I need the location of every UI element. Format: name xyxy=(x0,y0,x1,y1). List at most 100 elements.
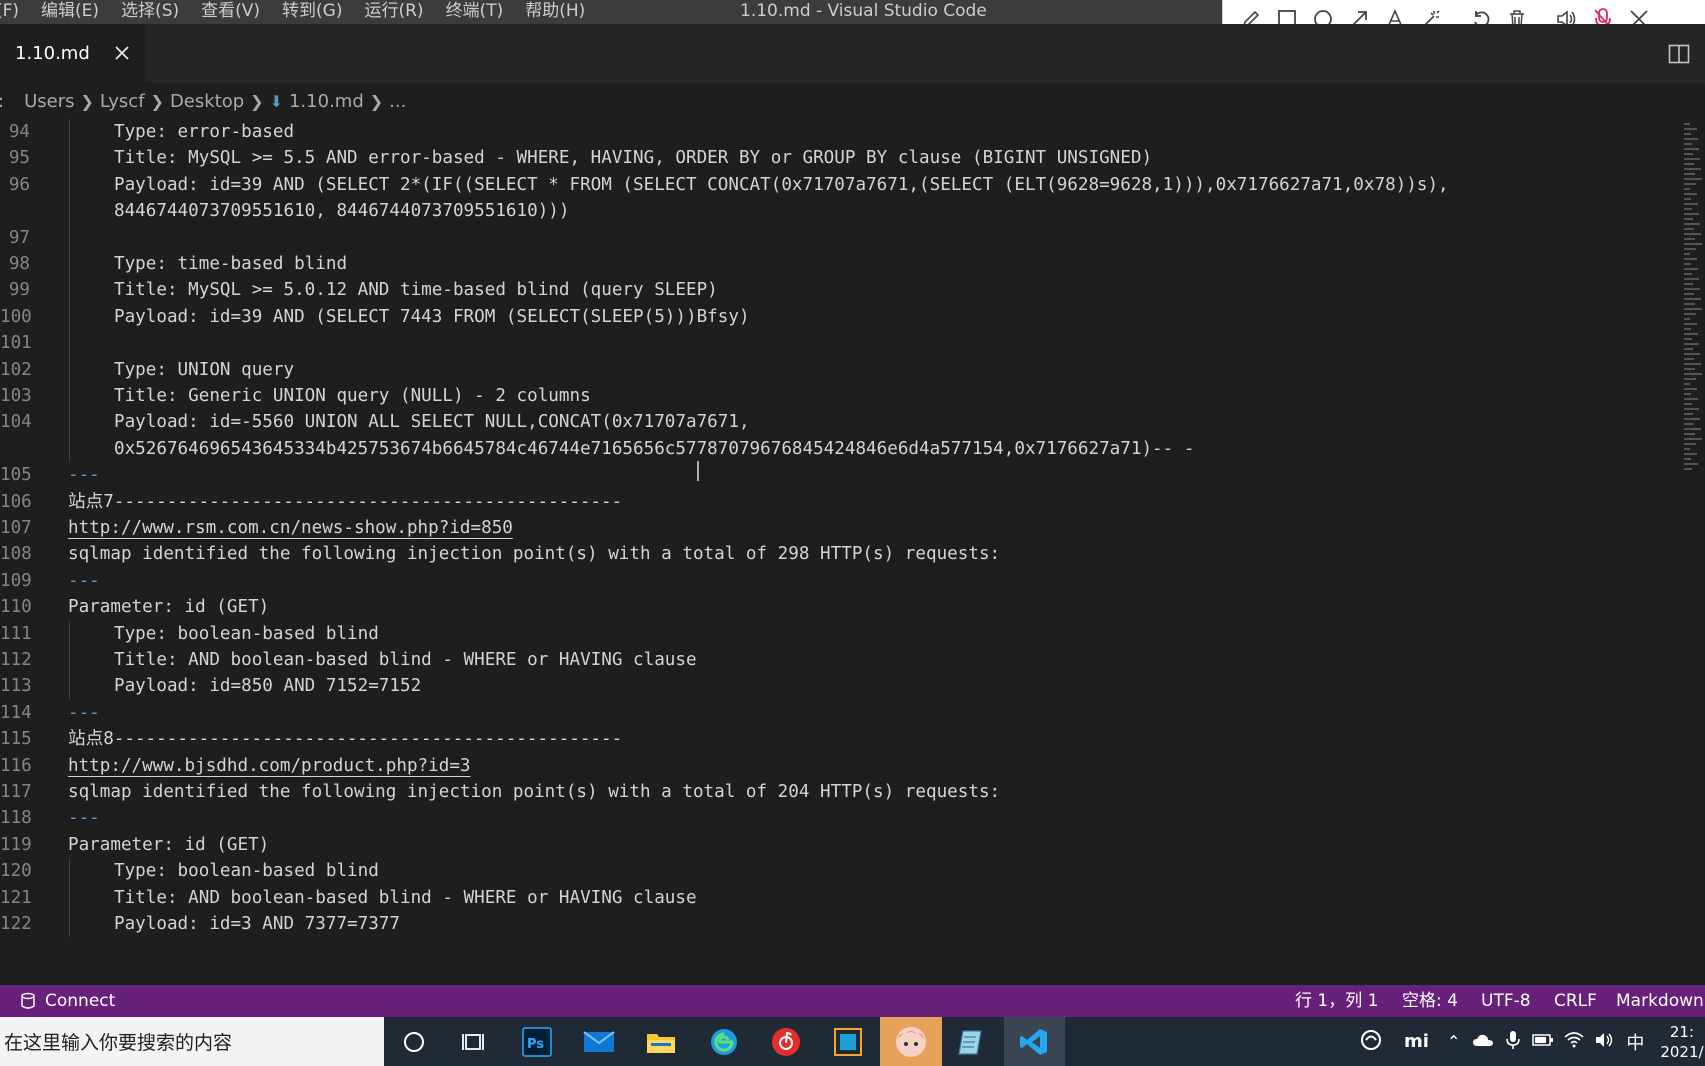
minimap-line xyxy=(1684,268,1698,270)
menu-item[interactable]: 查看(V) xyxy=(190,0,271,24)
code-text: Parameter: id (GET) xyxy=(68,597,270,618)
task-view-icon[interactable] xyxy=(455,1023,493,1061)
breadcrumb-item-lyscf[interactable]: Lyscf xyxy=(100,91,145,112)
microphone-icon[interactable] xyxy=(1506,1030,1521,1054)
line-number: 108 xyxy=(0,544,32,565)
horizontal-rule: --- xyxy=(68,808,100,829)
minimap-line xyxy=(1684,213,1699,215)
indent-guide xyxy=(69,119,70,146)
code-line: 108 sqlmap identified the following injec… xyxy=(0,541,1680,567)
breadcrumb-item-desktop[interactable]: Desktop xyxy=(170,91,244,112)
minimap-line xyxy=(1684,258,1697,260)
language-mode[interactable]: Markdown xyxy=(1616,985,1704,1017)
app-icon[interactable] xyxy=(829,1023,867,1061)
minimap-line xyxy=(1684,368,1695,370)
indent-guide xyxy=(69,884,70,911)
code-line: 118 --- xyxy=(0,805,1680,831)
minimap-line xyxy=(1684,393,1691,395)
minimap-line xyxy=(1684,378,1696,380)
tab-label: 1.10.md xyxy=(15,43,90,64)
minimap-line xyxy=(1684,423,1694,425)
onedrive-icon[interactable] xyxy=(1472,1032,1494,1051)
vscode-icon[interactable] xyxy=(1015,1023,1053,1061)
360-security-icon[interactable] xyxy=(1360,1029,1382,1055)
xiaomi-icon[interactable]: mi xyxy=(1404,1031,1429,1052)
status-bar: Connect 行 1，列 1 空格: 4 UTF-8 CRLF Markdow… xyxy=(0,985,1705,1017)
breadcrumb-item-symbols[interactable]: ... xyxy=(389,91,406,112)
indent-guide xyxy=(69,330,70,357)
cortana-icon[interactable] xyxy=(395,1023,433,1061)
breadcrumb-item-users[interactable]: Users xyxy=(24,91,74,112)
anime-avatar-icon[interactable] xyxy=(880,1017,942,1066)
edge-icon[interactable] xyxy=(705,1023,743,1061)
indentation-setting[interactable]: 空格: 4 xyxy=(1402,985,1458,1017)
minimap[interactable] xyxy=(1680,119,1705,985)
split-editor-icon[interactable] xyxy=(1668,44,1690,64)
menu-item[interactable]: 运行(R) xyxy=(353,0,434,24)
chevron-up-icon[interactable]: ⌃ xyxy=(1447,1032,1460,1051)
minimap-line xyxy=(1684,283,1693,285)
code-text: Payload: id=850 AND 7152=7152 xyxy=(114,676,422,697)
line-number: 112 xyxy=(0,650,32,670)
url-link[interactable]: http://www.bjsdhd.com/product.php?id=3 xyxy=(68,753,471,779)
minimap-line xyxy=(1684,403,1692,405)
menu-item[interactable]: 转到(G) xyxy=(271,0,353,24)
code-text: Payload: id=39 AND (SELECT 2*(IF((SELECT… xyxy=(114,174,1449,195)
ime-indicator[interactable]: 中 xyxy=(1626,1029,1644,1055)
menu-item[interactable]: 帮助(H) xyxy=(514,0,596,24)
chevron-right-icon: ❯ xyxy=(369,91,384,111)
chevron-right-icon: ❯ xyxy=(250,91,264,111)
indent-guide xyxy=(69,858,70,885)
editor-text-area[interactable]: 94 Type: error-based 95 Title: MySQL >= 5.5… xyxy=(0,119,1705,985)
minimap-line xyxy=(1684,338,1692,340)
file-explorer-icon[interactable] xyxy=(642,1023,680,1061)
indent-guide xyxy=(69,673,70,700)
minimap-line xyxy=(1684,238,1695,240)
indent-guide xyxy=(69,171,70,199)
code-line: 105 --- xyxy=(0,462,1680,488)
eol-setting[interactable]: CRLF xyxy=(1554,985,1597,1017)
tab-bar: 1.10.md xyxy=(0,24,1705,83)
volume-icon[interactable] xyxy=(1594,1032,1614,1052)
indent-guide xyxy=(69,647,70,674)
markdown-file-icon: ⬇ xyxy=(269,91,283,111)
code-text: Title: AND boolean-based blind - WHERE o… xyxy=(114,887,697,908)
code-text: sqlmap identified the following injectio… xyxy=(68,544,1001,565)
minimap-line xyxy=(1684,358,1694,360)
menu-bar: (F)编辑(E)选择(S)查看(V)转到(G)运行(R)终端(T)帮助(H) xyxy=(0,0,596,24)
minimap-line xyxy=(1684,253,1690,255)
code-line: 116 http://www.bjsdhd.com/product.php?id=… xyxy=(0,753,1680,779)
netease-music-icon[interactable] xyxy=(767,1023,805,1061)
indent-guide xyxy=(69,620,70,647)
minimap-line xyxy=(1684,348,1693,350)
photoshop-icon[interactable]: Ps xyxy=(518,1023,556,1061)
clock[interactable]: 21: 2021/ xyxy=(1660,1022,1703,1062)
notepad-icon[interactable] xyxy=(952,1023,990,1061)
line-number: 104 xyxy=(0,412,32,433)
menu-item[interactable]: (F) xyxy=(0,0,30,24)
code-text: Type: error-based xyxy=(114,122,295,142)
taskbar-search-input[interactable]: 在这里输入你要搜索的内容 xyxy=(0,1017,384,1066)
line-number: 119 xyxy=(0,834,32,855)
tab-close-icon[interactable] xyxy=(110,41,134,65)
connect-button[interactable]: Connect xyxy=(20,991,115,1011)
menu-item[interactable]: 编辑(E) xyxy=(30,0,110,24)
encoding-setting[interactable]: UTF-8 xyxy=(1481,985,1531,1017)
url-link[interactable]: http://www.rsm.com.cn/news-show.php?id=8… xyxy=(68,515,513,541)
line-number: 110 xyxy=(0,597,32,618)
battery-icon[interactable] xyxy=(1532,1032,1554,1051)
indent-guide xyxy=(69,145,70,172)
breadcrumb-item-file[interactable]: 1.10.md xyxy=(289,91,364,112)
breadcrumb-item[interactable]: : xyxy=(0,91,4,112)
mail-icon[interactable] xyxy=(580,1023,618,1061)
code-line: 115 站点8----------------------------------… xyxy=(0,726,1680,752)
cursor-position[interactable]: 行 1，列 1 xyxy=(1295,985,1378,1017)
code-line: 97 xyxy=(0,224,1680,251)
minimap-line xyxy=(1684,128,1697,130)
code-line: 99 Title: MySQL >= 5.0.12 AND time-based … xyxy=(0,277,1680,304)
minimap-line xyxy=(1684,333,1698,335)
wifi-icon[interactable] xyxy=(1564,1031,1584,1052)
menu-item[interactable]: 终端(T) xyxy=(435,0,515,24)
menu-item[interactable]: 选择(S) xyxy=(110,0,190,24)
code-text: Title: MySQL >= 5.5 AND error-based - WH… xyxy=(114,148,1153,169)
